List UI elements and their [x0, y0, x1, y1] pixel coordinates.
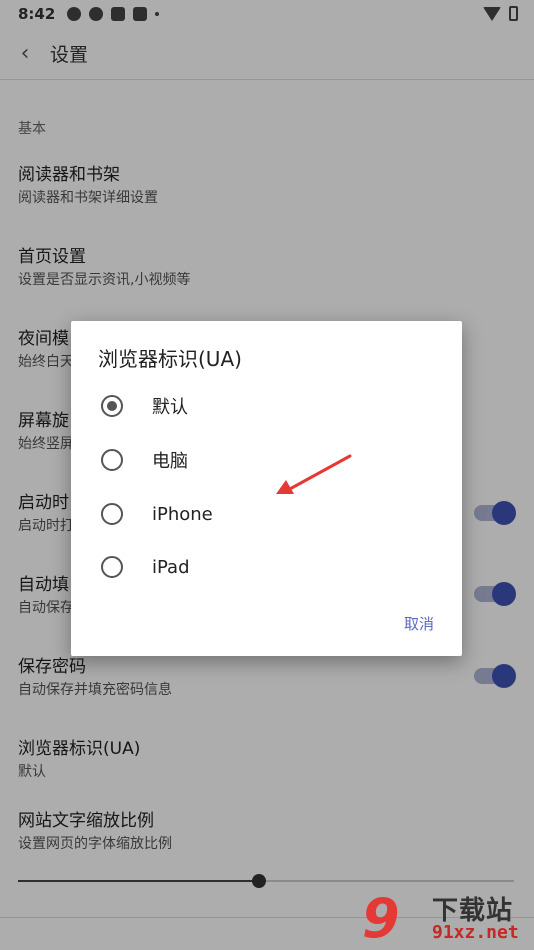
site-watermark-logo: 9 下载站 91xz.net	[360, 888, 534, 950]
option-label: iPhone	[152, 503, 213, 525]
ua-option-iphone[interactable]: iPhone	[71, 489, 462, 539]
radio-unchecked-icon[interactable]	[101, 556, 123, 578]
cancel-button[interactable]: 取消	[398, 609, 440, 638]
watermark-url: 91xz.net	[432, 922, 519, 943]
radio-unchecked-icon[interactable]	[101, 503, 123, 525]
watermark-number: 9	[362, 887, 400, 950]
user-agent-dialog: 浏览器标识(UA) 默认 电脑 iPhone iPad 取消	[71, 321, 462, 656]
option-label: 默认	[152, 397, 188, 418]
ua-option-desktop[interactable]: 电脑	[71, 435, 462, 485]
radio-unchecked-icon[interactable]	[101, 449, 123, 471]
arrow-shaft	[286, 454, 352, 492]
dialog-title: 浏览器标识(UA)	[98, 347, 242, 371]
ua-option-default[interactable]: 默认	[71, 381, 462, 431]
annotation-arrow-icon	[276, 454, 352, 494]
radio-checked-icon[interactable]	[101, 395, 123, 417]
ua-option-ipad[interactable]: iPad	[71, 542, 462, 592]
option-label: 电脑	[152, 451, 188, 472]
option-label: iPad	[152, 556, 190, 578]
